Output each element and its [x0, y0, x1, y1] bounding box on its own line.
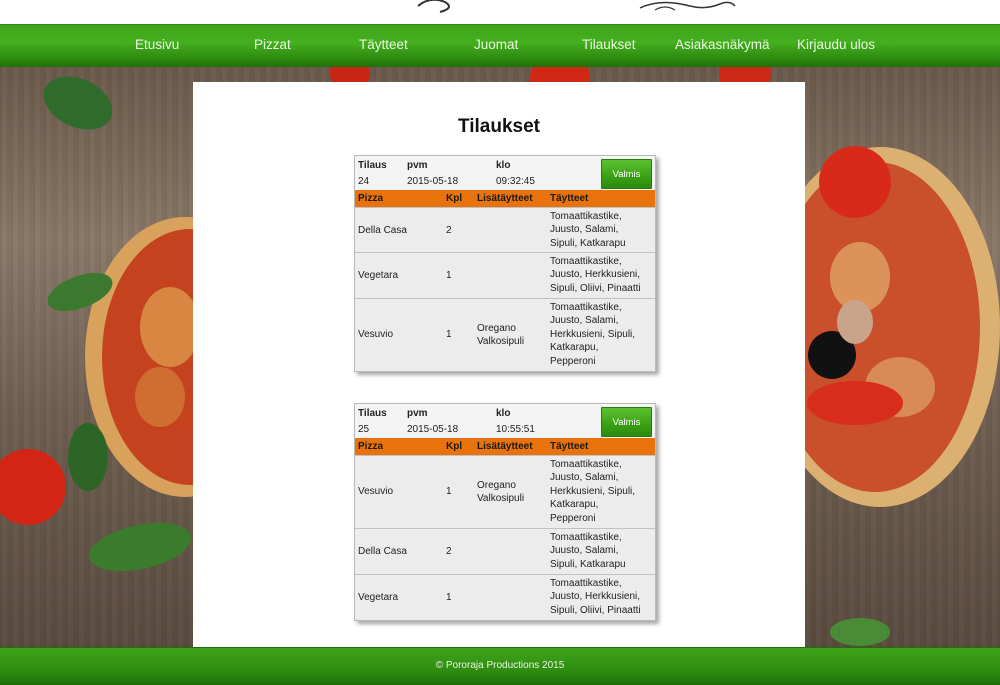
order-table-header: Pizza Kpl Lisätäytteet Täytteet	[355, 190, 655, 207]
order-time-label: klo	[496, 408, 511, 419]
order-time: 09:32:45	[496, 176, 535, 187]
topping-line: Juusto, Salami,	[550, 224, 619, 236]
nav-item-asiakasnakyma[interactable]: Asiakasnäkymä	[675, 37, 770, 52]
order-card: Tilaus pvm klo 24 2015-05-18 09:32:45 Va…	[354, 155, 656, 372]
row-toppings: Tomaattikastike, Juusto, Salami, Herkkus…	[550, 301, 635, 368]
col-qty: Kpl	[446, 441, 463, 452]
table-row: Della Casa 2 Tomaattikastike, Juusto, Sa…	[355, 207, 655, 252]
order-date: 2015-05-18	[407, 424, 459, 435]
row-pizza: Della Casa	[358, 225, 407, 236]
order-id: 24	[358, 176, 370, 187]
col-pizza: Pizza	[358, 441, 384, 452]
col-extras: Lisätäytteet	[477, 441, 533, 452]
row-qty: 2	[446, 546, 452, 557]
topping-line: Sipuli, Oliivi, Pinaatti	[550, 282, 641, 294]
topping-line: Herkkusieni, Sipuli,	[550, 485, 636, 497]
topping-line: Tomaattikastike,	[550, 532, 622, 543]
row-qty: 1	[446, 270, 452, 281]
topping-line: Tomaattikastike,	[550, 211, 622, 222]
order-header: Tilaus pvm klo 24 2015-05-18 09:32:45 Va…	[355, 156, 655, 190]
order-id-label: Tilaus	[358, 408, 387, 419]
topping-line: Juusto, Herkkusieni,	[550, 591, 641, 603]
nav-item-pizzat[interactable]: Pizzat	[254, 37, 291, 52]
row-toppings: Tomaattikastike, Juusto, Herkkusieni, Si…	[550, 577, 641, 617]
footer-text: © Pororaja Productions 2015	[435, 660, 565, 671]
extra-line: Valkosipuli	[477, 493, 525, 505]
topping-line: Pepperoni	[550, 355, 596, 367]
table-row: Vesuvio 1 Oregano Valkosipuli Tomaattika…	[355, 298, 655, 371]
order-time-label: klo	[496, 160, 511, 171]
extra-line: Oregano	[477, 480, 516, 491]
extra-line: Valkosipuli	[477, 336, 525, 348]
nav-item-juomat[interactable]: Juomat	[474, 37, 518, 52]
order-id-label: Tilaus	[358, 160, 387, 171]
row-toppings: Tomaattikastike, Juusto, Salami, Sipuli,…	[550, 531, 626, 571]
mark-done-button[interactable]: Valmis	[601, 159, 652, 189]
topping-line: Tomaattikastike,	[550, 302, 622, 313]
row-qty: 1	[446, 486, 452, 497]
nav-item-tilaukset[interactable]: Tilaukset	[582, 37, 636, 52]
order-card: Tilaus pvm klo 25 2015-05-18 10:55:51 Va…	[354, 403, 656, 621]
topping-line: Katkarapu,	[550, 342, 599, 354]
order-date-label: pvm	[407, 408, 428, 419]
order-table-header: Pizza Kpl Lisätäytteet Täytteet	[355, 438, 655, 455]
col-pizza: Pizza	[358, 193, 384, 204]
col-qty: Kpl	[446, 193, 463, 204]
row-pizza: Della Casa	[358, 546, 407, 557]
topping-line: Juusto, Salami,	[550, 472, 619, 484]
extra-line: Oregano	[477, 323, 516, 334]
topping-line: Katkarapu,	[550, 499, 599, 511]
row-pizza: Vegetara	[358, 592, 399, 603]
order-date-label: pvm	[407, 160, 428, 171]
row-qty: 1	[446, 329, 452, 340]
row-extras: Oregano Valkosipuli	[477, 479, 524, 506]
table-row: Vegetara 1 Tomaattikastike, Juusto, Herk…	[355, 574, 655, 620]
topping-line: Sipuli, Katkarapu	[550, 237, 626, 249]
topping-line: Juusto, Herkkusieni,	[550, 269, 641, 281]
col-extras: Lisätäytteet	[477, 193, 533, 204]
topping-line: Pepperoni	[550, 512, 596, 524]
nav-item-taytteet[interactable]: Täytteet	[359, 37, 408, 52]
topping-line: Juusto, Salami,	[550, 315, 619, 327]
row-pizza: Vegetara	[358, 270, 399, 281]
order-id: 25	[358, 424, 370, 435]
row-toppings: Tomaattikastike, Juusto, Salami, Sipuli,…	[550, 210, 626, 250]
topping-line: Herkkusieni, Sipuli,	[550, 328, 636, 340]
topping-line: Tomaattikastike,	[550, 256, 622, 267]
topping-line: Juusto, Salami,	[550, 545, 619, 557]
table-row: Vesuvio 1 Oregano Valkosipuli Tomaattika…	[355, 455, 655, 528]
content-panel: Tilaukset Tilaus pvm klo 24 2015-05-18 0…	[193, 82, 805, 647]
main-navigation: Etusivu Pizzat Täytteet Juomat Tilaukset…	[0, 24, 1000, 69]
nav-item-kirjaudu-ulos[interactable]: Kirjaudu ulos	[797, 37, 875, 52]
page-title: Tilaukset	[457, 116, 541, 137]
row-toppings: Tomaattikastike, Juusto, Salami, Herkkus…	[550, 458, 635, 525]
footer: © Pororaja Productions 2015	[0, 647, 1000, 685]
col-toppings: Täytteet	[550, 193, 589, 204]
order-time: 10:55:51	[496, 424, 535, 435]
table-row: Della Casa 2 Tomaattikastike, Juusto, Sa…	[355, 528, 655, 574]
topping-line: Tomaattikastike,	[550, 578, 622, 589]
logo-banner	[0, 0, 1000, 24]
order-date: 2015-05-18	[407, 176, 459, 187]
row-qty: 1	[446, 592, 452, 603]
topping-line: Tomaattikastike,	[550, 459, 622, 470]
topping-line: Sipuli, Oliivi, Pinaatti	[550, 604, 641, 616]
mark-done-button[interactable]: Valmis	[601, 407, 652, 437]
row-extras: Oregano Valkosipuli	[477, 322, 524, 349]
row-pizza: Vesuvio	[358, 486, 394, 497]
row-qty: 2	[446, 225, 452, 236]
row-toppings: Tomaattikastike, Juusto, Herkkusieni, Si…	[550, 255, 641, 295]
logo-artwork	[417, 0, 736, 13]
nav-item-etusivu[interactable]: Etusivu	[135, 37, 179, 52]
topping-line: Sipuli, Katkarapu	[550, 558, 626, 570]
order-header: Tilaus pvm klo 25 2015-05-18 10:55:51 Va…	[355, 404, 655, 438]
table-row: Vegetara 1 Tomaattikastike, Juusto, Herk…	[355, 252, 655, 298]
col-toppings: Täytteet	[550, 441, 589, 452]
row-pizza: Vesuvio	[358, 329, 394, 340]
